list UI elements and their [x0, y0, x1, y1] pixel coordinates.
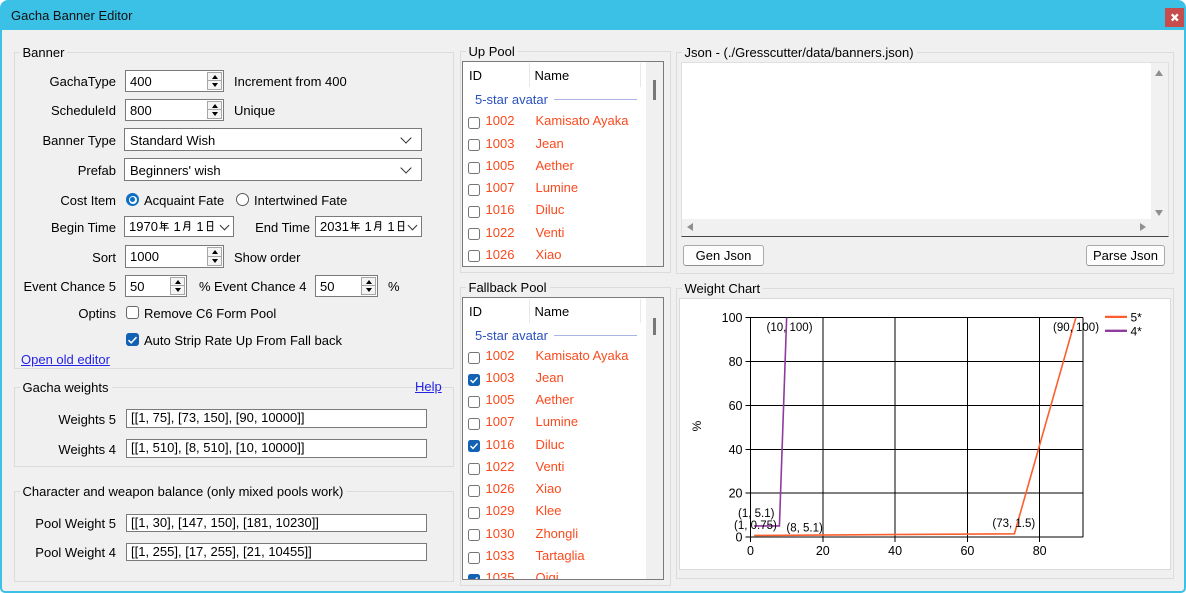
svg-text:0: 0	[747, 544, 754, 558]
svg-text:(90, 100): (90, 100)	[1053, 322, 1099, 334]
svg-text:(1, 0.75): (1, 0.75)	[734, 520, 777, 532]
svg-text:4*: 4*	[1131, 324, 1143, 338]
svg-text:(10, 100): (10, 100)	[767, 322, 813, 334]
svg-text:(73, 1.5): (73, 1.5)	[992, 518, 1035, 530]
svg-text:40: 40	[729, 443, 743, 457]
svg-text:20: 20	[816, 544, 830, 558]
svg-text:80: 80	[1033, 544, 1047, 558]
svg-text:80: 80	[729, 355, 743, 369]
svg-text:100: 100	[722, 311, 743, 325]
svg-text:0: 0	[736, 531, 743, 545]
svg-text:60: 60	[729, 399, 743, 413]
svg-text:(8, 5.1): (8, 5.1)	[786, 523, 823, 535]
svg-text:%: %	[690, 420, 704, 431]
svg-text:(1, 5.1): (1, 5.1)	[738, 508, 775, 520]
svg-text:40: 40	[888, 544, 902, 558]
svg-text:5*: 5*	[1131, 310, 1143, 324]
svg-text:60: 60	[960, 544, 974, 558]
svg-text:20: 20	[729, 487, 743, 501]
